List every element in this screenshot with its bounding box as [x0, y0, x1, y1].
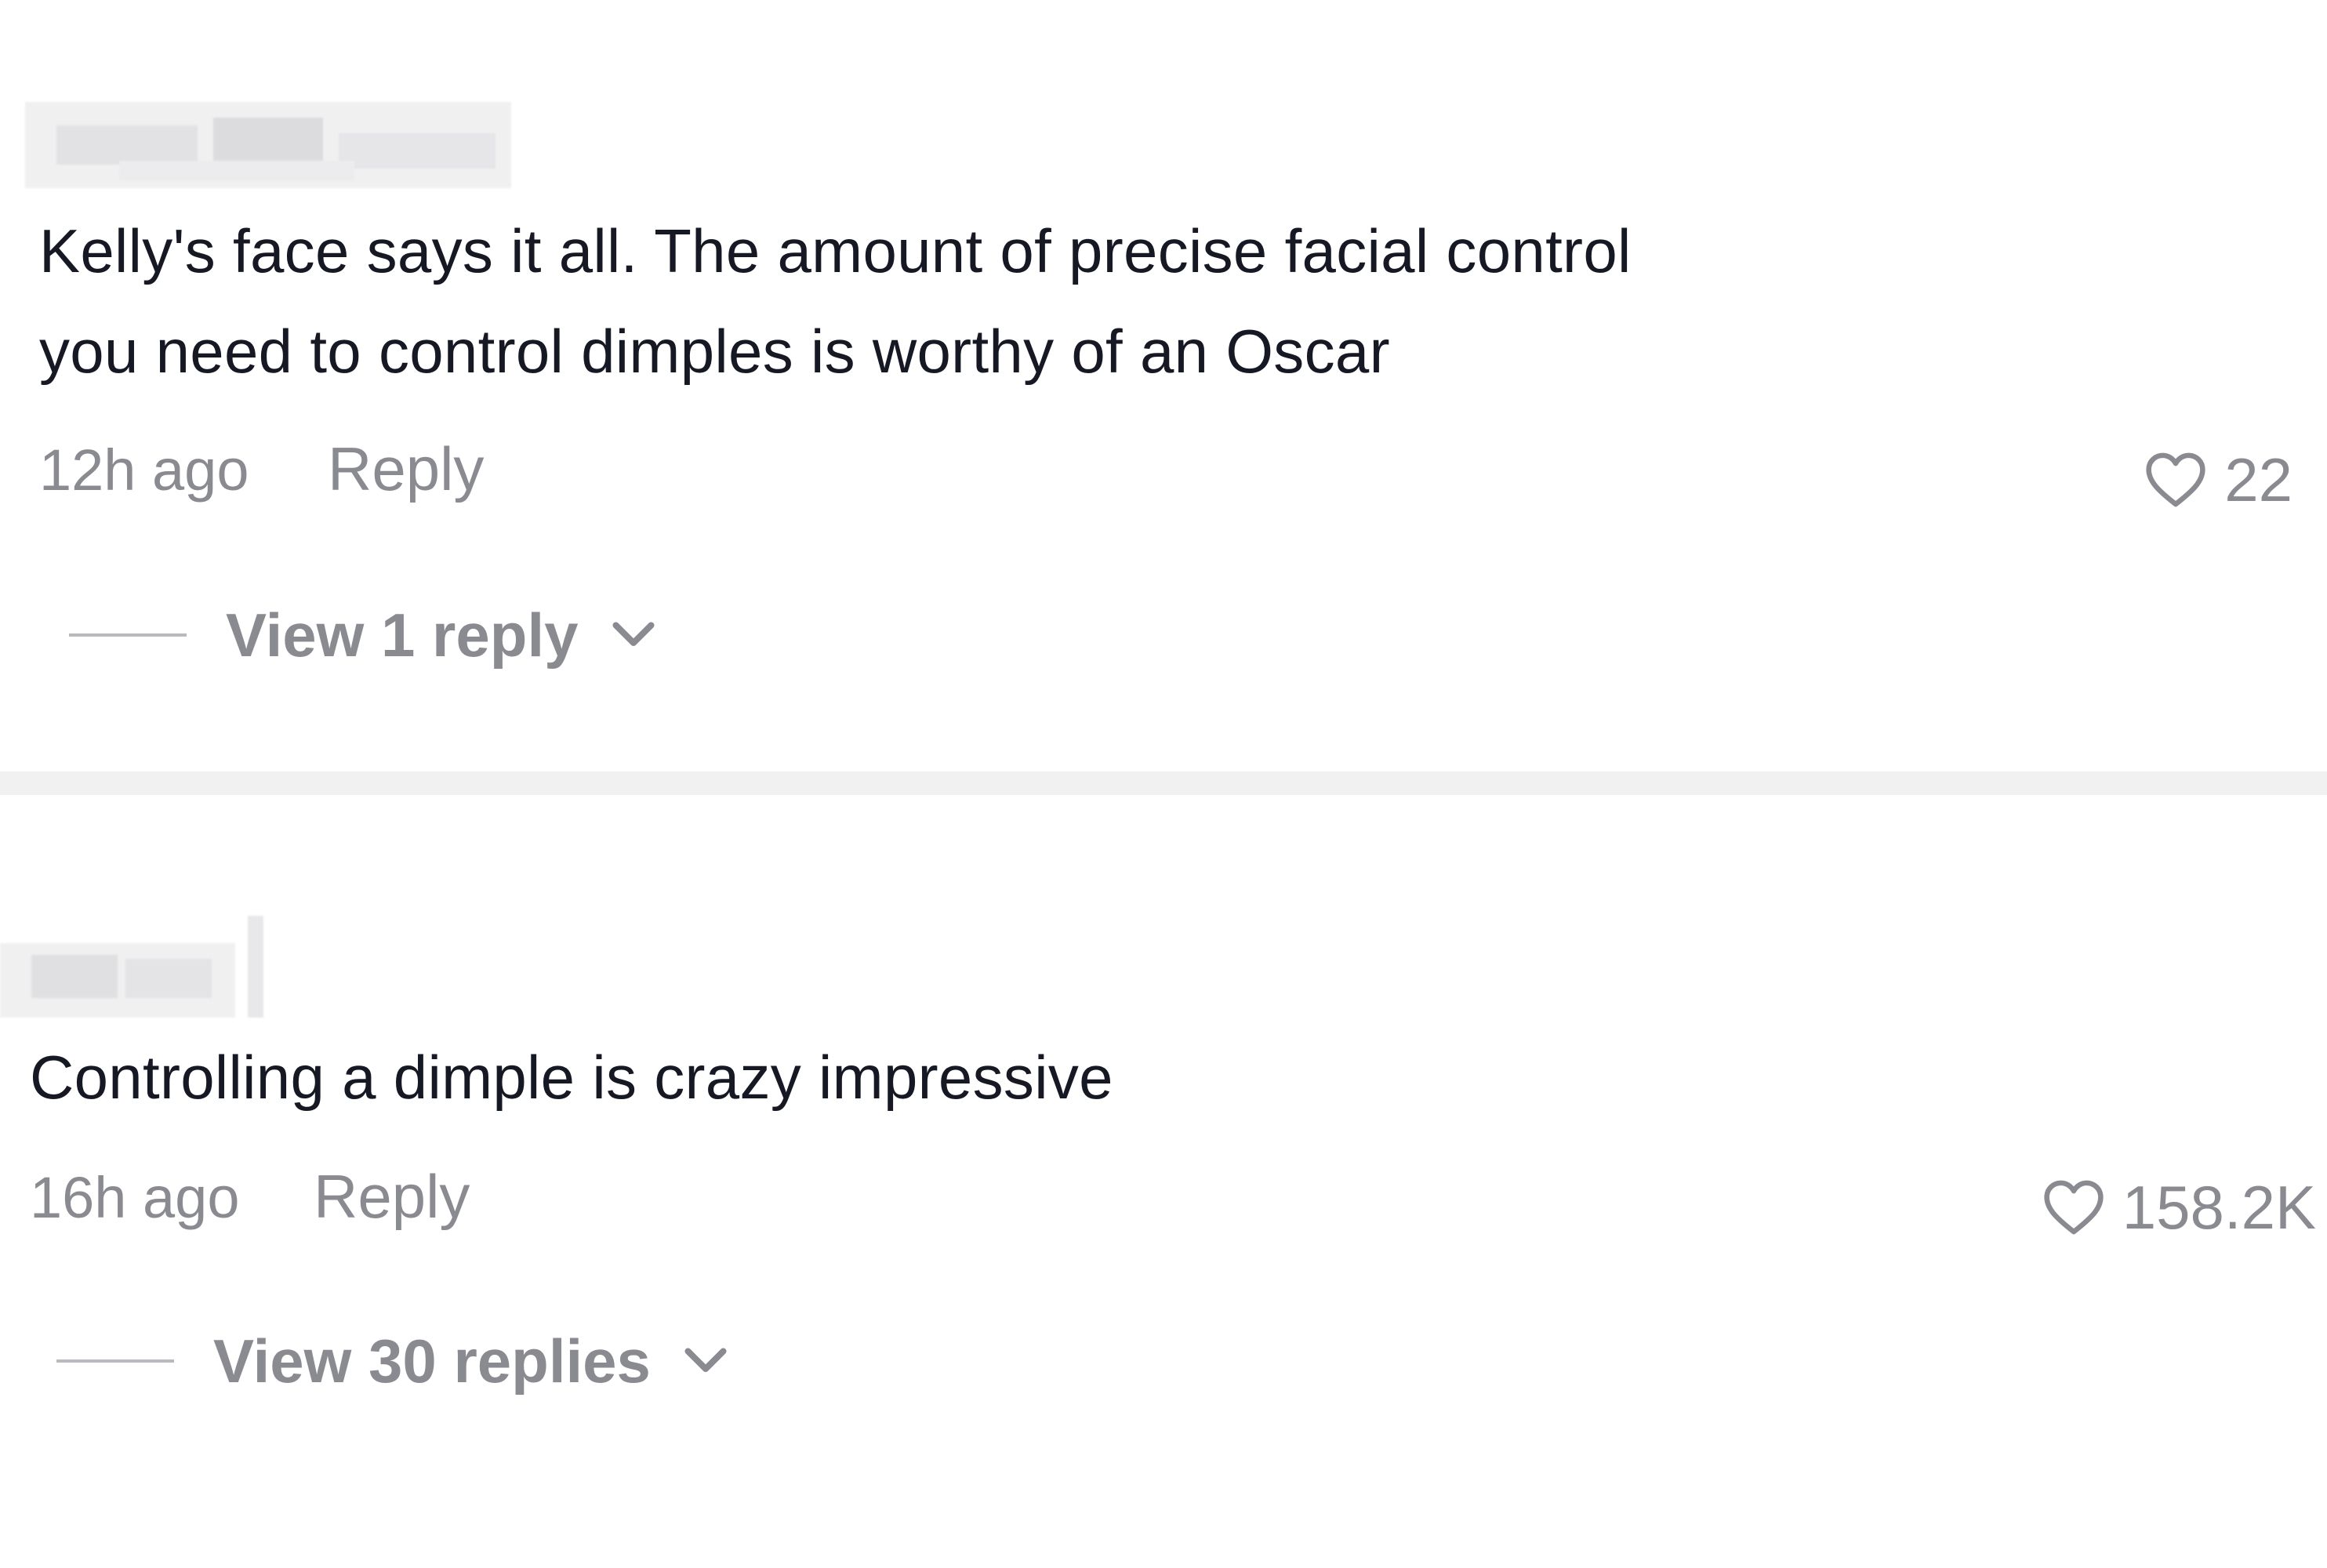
like-count: 22	[2224, 445, 2293, 514]
like-count: 158.2K	[2122, 1173, 2316, 1242]
comment-text: Controlling a dimple is crazy impressive	[30, 1043, 1113, 1112]
view-replies-label: View 1 reply	[226, 601, 579, 670]
username-blurred[interactable]	[25, 94, 511, 196]
comment-meta: 16h ago Reply 158.2K	[0, 1157, 2327, 1242]
reply-thread-line	[69, 633, 187, 637]
heart-outline-icon	[2044, 1180, 2104, 1235]
like-button[interactable]: 22	[2144, 441, 2293, 519]
like-button[interactable]: 158.2K	[2042, 1168, 2316, 1247]
comment-meta: 12h ago Reply 22	[0, 430, 2327, 514]
heart-outline-icon	[2146, 452, 2205, 507]
reply-button[interactable]: Reply	[314, 1157, 470, 1236]
view-replies-button[interactable]: View 1 reply	[69, 596, 657, 674]
reply-thread-line	[56, 1359, 174, 1363]
comment-timestamp: 12h ago	[39, 437, 249, 503]
chevron-down-icon	[612, 622, 654, 646]
view-replies-button[interactable]: View 30 replies	[56, 1322, 729, 1400]
comment-divider	[0, 771, 2327, 795]
view-replies-label: View 30 replies	[213, 1327, 651, 1396]
username-blurred[interactable]	[0, 916, 263, 1018]
chevron-down-icon	[684, 1348, 727, 1372]
comments-panel: Kelly's face says it all. The amount of …	[0, 0, 2327, 1568]
comment-text: Kelly's face says it all. The amount of …	[39, 216, 1632, 386]
reply-button[interactable]: Reply	[328, 430, 484, 508]
comment-timestamp: 16h ago	[30, 1165, 240, 1230]
